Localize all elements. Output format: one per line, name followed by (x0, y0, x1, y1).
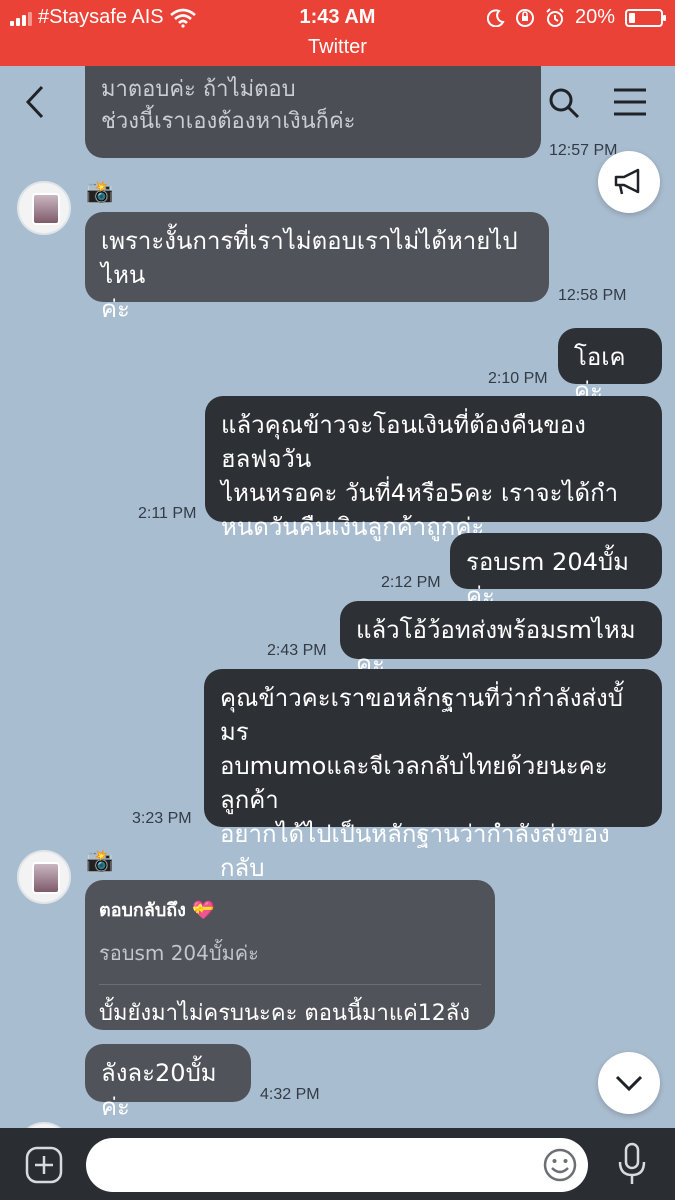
reply-header: ตอบกลับถึง 💝 (99, 900, 215, 921)
search-icon[interactable] (547, 86, 581, 120)
message-time: 12:58 PM (558, 287, 627, 304)
plus-icon[interactable] (25, 1146, 63, 1184)
scroll-down-button[interactable] (598, 1052, 660, 1114)
megaphone-icon (614, 168, 640, 195)
mic-icon[interactable] (617, 1142, 647, 1186)
chat-area[interactable]: ถ้าเป็นคนกดเอง มาตอบค่ะ ถ้าไม่ตอบ ช่วงนี… (0, 66, 675, 1128)
status-right: 20% (486, 6, 666, 29)
battery-icon (625, 8, 666, 27)
message-bubble[interactable]: รอบsm 204บั้มค่ะ (450, 533, 662, 610)
message-bubble[interactable]: ลังละ20บั้มค่ะ (85, 1044, 251, 1121)
alarm-icon (546, 7, 564, 27)
message-bubble[interactable]: โอเคค่ะ (558, 328, 662, 405)
message-time: 2:11 PM (138, 505, 197, 522)
message-bubble[interactable]: เพราะงั้นการที่เราไม่ตอบเราไม่ได้หายไปไห… (85, 212, 549, 323)
message-bubble[interactable]: แล้วคุณข้าวจะโอนเงินที่ต้องคืนของฮลฟจวัน… (205, 396, 662, 541)
message-line: ลังละ20บั้มค่ะ (101, 1059, 217, 1121)
message-line: บั้มยังมาไม่ครบนะคะ ตอนนี้มาแค่12ลัง (99, 1001, 470, 1026)
moon-icon (486, 8, 505, 27)
message-bubble[interactable]: คุณข้าวคะเราขอหลักฐานที่ว่ากำลังส่งบั้มร… (204, 669, 662, 916)
message-bubble[interactable]: แล้วโอ้ว้อทส่งพร้อมsmไหมคะ (340, 601, 662, 678)
chevron-down-icon (615, 1075, 643, 1092)
message-line: อยากได้ไปเป็นหลักฐานว่ากำลังส่งของกลับ (220, 820, 610, 882)
announcement-button[interactable] (598, 151, 660, 213)
message-line: แล้วคุณข้าวจะโอนเงินที่ต้องคืนของฮลฟจวัน (221, 411, 586, 473)
rotation-lock-icon (515, 8, 534, 27)
battery-fill (629, 12, 635, 23)
message-line: อบmumoและจีเวลกลับไทยด้วยนะคะ ลูกค้า (220, 752, 608, 814)
message-time: 4:32 PM (260, 1086, 320, 1103)
message-input-bar (0, 1128, 675, 1200)
message-input[interactable] (86, 1138, 588, 1192)
reply-divider (99, 984, 481, 985)
menu-icon[interactable] (612, 87, 648, 117)
avatar[interactable] (17, 181, 71, 235)
chevron-left-icon[interactable] (22, 84, 50, 120)
message-time: 2:12 PM (381, 574, 441, 591)
avatar[interactable] (17, 850, 71, 904)
message-line: เพราะงั้นการที่เราไม่ตอบเราไม่ได้หายไปไห… (101, 227, 518, 289)
reply-quote[interactable]: รอบsm 204บั้มค่ะ (99, 936, 481, 970)
battery-percent: 20% (574, 6, 615, 28)
sender-name-icon: 📸 (86, 849, 114, 874)
status-bar: #Staysafe AIS 1:43 AM 20% Twitter (0, 0, 675, 66)
message-time: 12:57 PM (549, 142, 618, 159)
message-time: 3:23 PM (132, 810, 192, 827)
message-time: 2:10 PM (488, 370, 548, 387)
chat-header (0, 66, 675, 136)
message-line: คุณข้าวคะเราขอหลักฐานที่ว่ากำลังส่งบั้มร (220, 684, 624, 746)
return-to-app-label[interactable]: Twitter (0, 36, 675, 59)
reply-message-bubble[interactable]: ตอบกลับถึง 💝 รอบsm 204บั้มค่ะ บั้มยังมาไ… (85, 880, 495, 1030)
message-line: ไหนหรอคะ วันที่4หรือ5คะ เราจะได้กำ (221, 479, 619, 507)
sender-name-icon: 📸 (86, 180, 114, 205)
message-line: ค่ะ (101, 295, 130, 323)
message-time: 2:43 PM (267, 642, 327, 659)
emoji-icon[interactable] (542, 1147, 578, 1183)
